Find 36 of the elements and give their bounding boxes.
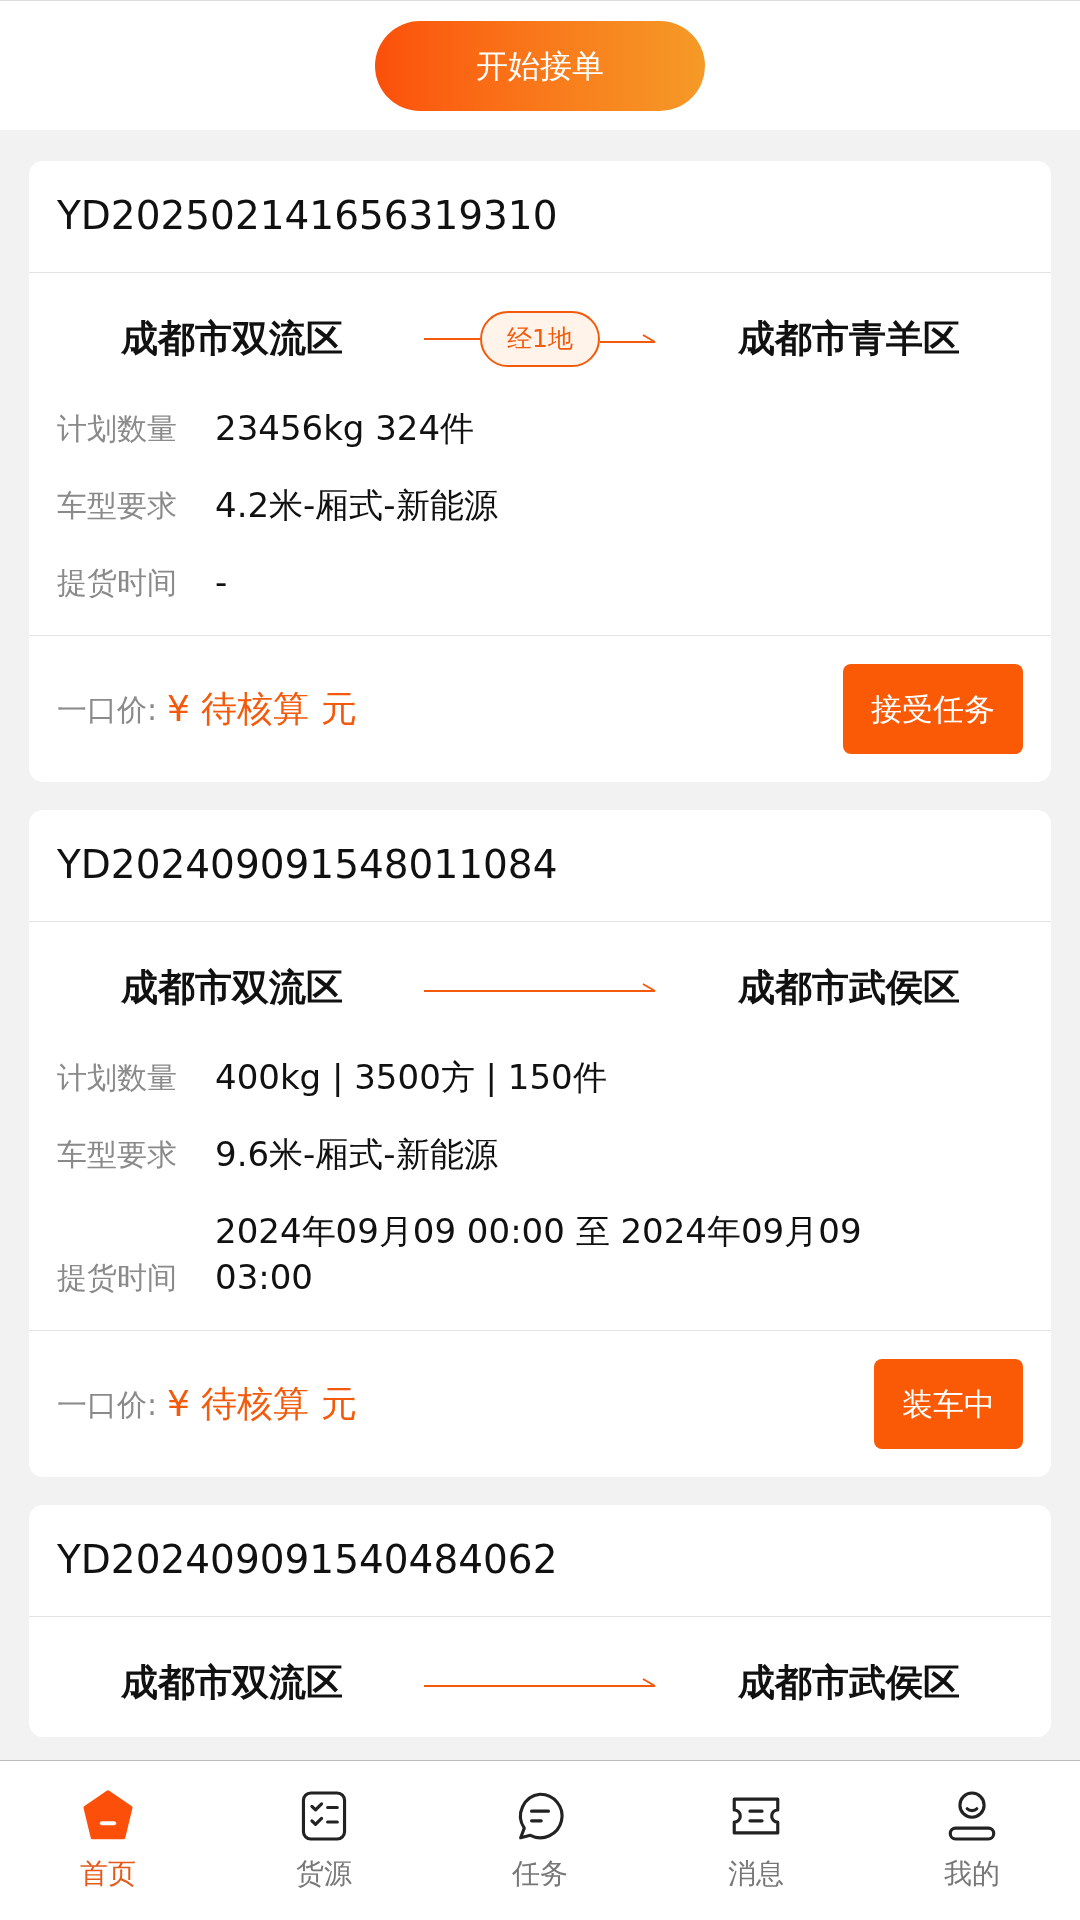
field-label: 车型要求 <box>57 487 177 525</box>
destination-city: 成都市武侯区 <box>737 965 961 1012</box>
field-value: - <box>215 561 229 604</box>
via-stops-badge: 经1地 <box>480 311 600 367</box>
start-orders-button[interactable]: 开始接单 <box>375 20 705 111</box>
tab-item[interactable]: 首页 <box>0 1761 216 1920</box>
origin-city: 成都市双流区 <box>119 965 343 1012</box>
order-number: YD202409091548011084 <box>57 841 558 890</box>
field-label: 计划数量 <box>57 1059 177 1097</box>
origin-city: 成都市双流区 <box>119 316 343 363</box>
route-arrow <box>600 334 656 344</box>
field-value: 23456kg 324件 <box>215 407 476 450</box>
action-button[interactable]: 装车中 <box>874 1359 1023 1449</box>
field-value: 4.2米-厢式-新能源 <box>215 484 499 527</box>
tab-item[interactable]: 货源 <box>216 1761 432 1920</box>
field-label: 计划数量 <box>57 410 177 448</box>
field-value: 9.6米-厢式-新能源 <box>215 1133 499 1176</box>
destination-city: 成都市青羊区 <box>737 316 961 363</box>
tab-item[interactable]: 消息 <box>648 1761 864 1920</box>
tab-item[interactable]: 任务 <box>432 1761 648 1920</box>
price-value: ¥ 待核算 元 <box>167 1382 357 1426</box>
field-label: 提货时间 <box>57 564 177 602</box>
order-number: YD202502141656319310 <box>57 192 558 241</box>
destination-city: 成都市武侯区 <box>737 1660 961 1707</box>
tab-item[interactable]: 我的 <box>864 1761 1080 1920</box>
action-button[interactable]: 接受任务 <box>843 664 1023 754</box>
price-label: 一口价: <box>57 690 158 729</box>
origin-city: 成都市双流区 <box>119 1660 343 1707</box>
field-value: 400kg | 3500方 | 150件 <box>215 1056 608 1099</box>
field-value: 2024年09月09 00:00 至 2024年09月09 03:00 <box>215 1210 863 1299</box>
field-label: 车型要求 <box>57 1136 177 1174</box>
route-line <box>424 337 480 341</box>
order-number: YD202409091540484062 <box>57 1536 558 1585</box>
price-value: ¥ 待核算 元 <box>167 687 357 731</box>
price-label: 一口价: <box>57 1385 158 1424</box>
field-label: 提货时间 <box>57 1259 177 1297</box>
